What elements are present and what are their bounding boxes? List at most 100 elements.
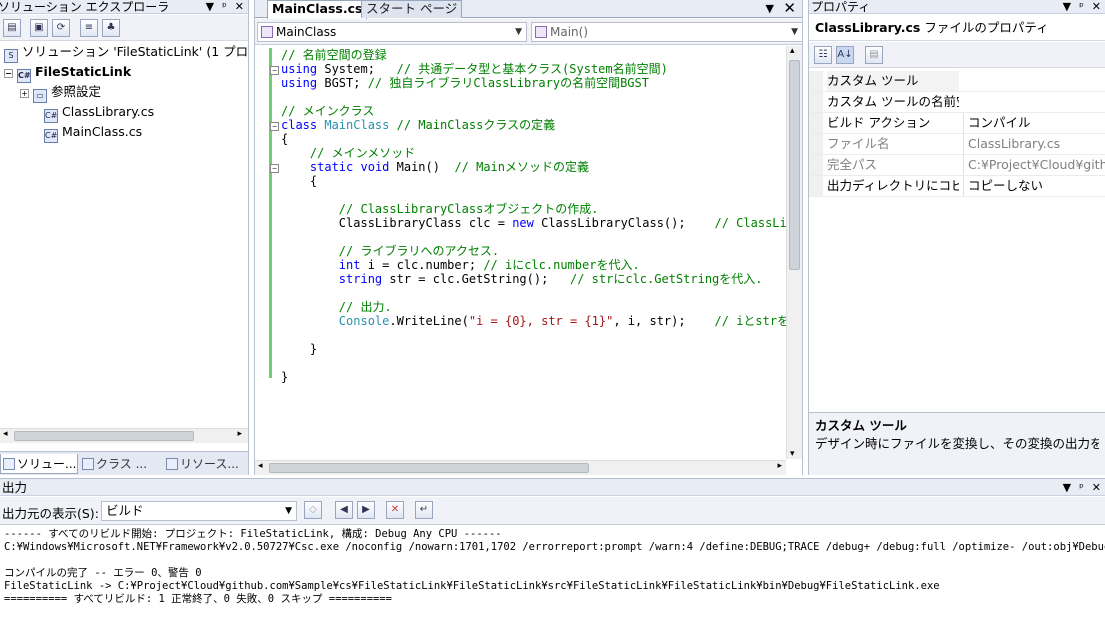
word-wrap-icon[interactable]: ↵ [415,501,433,519]
output-text[interactable]: ------ すべてのリビルド開始: プロジェクト: FileStaticLin… [0,526,1105,618]
properties-panel: プロパティ ▼ ᵖ ✕ ClassLibrary.cs ファイルのプロパティ ☷ A… [808,0,1105,475]
tab-class-view[interactable]: クラス ... [80,454,160,474]
properties-title: プロパティ [811,0,871,14]
titlebar-buttons: ▼ ᵖ ✕ [1055,0,1101,13]
titlebar-buttons: ▼ ᵖ ✕ [198,0,244,13]
tree-item-mainclass[interactable]: C# MainClass.cs [44,122,142,143]
output-title: 出力 [2,480,28,495]
tree-item-project[interactable]: − C# FileStaticLink [4,62,131,83]
property-description: カスタム ツール デザイン時にファイルを変換し、その変換の出力を... [809,412,1105,475]
class-view-icon [82,458,94,470]
gutter [255,46,269,459]
next-message-icon[interactable]: ▶ [357,501,375,519]
tab-start-page[interactable]: スタート ページ [361,0,463,18]
tab-resource-view[interactable]: リソース... [164,454,248,474]
output-line: ------ すべてのリビルド開始: プロジェクト: FileStaticLin… [4,528,502,540]
clear-all-icon[interactable]: ✕ [386,501,404,519]
solution-explorer-tabstrip: ソリュー... クラス ... リソース... [0,451,248,475]
view-code-icon[interactable]: ≡ [80,19,98,37]
previous-message-icon[interactable]: ◀ [335,501,353,519]
code-line: { [281,174,318,188]
fold-icon[interactable]: − [270,66,279,75]
code-line: // ClassLibraryClassオブジェクトの作成. [281,202,599,216]
close-document-icon[interactable]: ✕ [783,0,796,17]
property-pages-icon[interactable]: ▤ [865,46,883,64]
property-row[interactable]: 出力ディレクトリにコピ コピーしない [809,176,1105,197]
solution-explorer-hscrollbar[interactable]: ◂ ▸ [0,428,248,443]
tab-solution-explorer[interactable]: ソリュー... [0,454,78,474]
object-type: ファイルのプロパティ [924,20,1049,35]
go-to-line-icon[interactable]: ◇ [304,501,322,519]
scroll-thumb[interactable] [269,463,589,473]
properties-object-header[interactable]: ClassLibrary.cs ファイルのプロパティ [809,15,1105,41]
code-line: { [281,132,289,146]
code-line: Console.WriteLine("i = {0}, str = {1}", … [338,314,786,328]
property-row[interactable]: ビルド アクション コンパイル [809,113,1105,134]
code-line: // 出力. [281,300,392,314]
csharp-project-icon: C# [17,69,31,83]
solution-explorer-toolbar: ▤ ▣ ⟳ ≡ ♣ [0,15,248,41]
pin-icon[interactable]: ᵖ [1079,481,1084,494]
property-row[interactable]: ファイル名 ClassLibrary.cs [809,134,1105,155]
dropdown-icon[interactable]: ▼ [206,0,214,13]
close-icon[interactable]: ✕ [1092,481,1101,494]
show-all-files-icon[interactable]: ▣ [30,19,48,37]
close-icon[interactable]: ✕ [235,0,244,13]
pin-icon[interactable]: ᵖ [222,0,227,13]
code-area[interactable]: − − − // 名前空間の登録 using System; // 共通データ型… [255,46,786,459]
output-source-label: 出力元の表示(S): [2,506,99,521]
class-diagram-icon[interactable]: ♣ [102,19,120,37]
code-line: class MainClass // MainClassクラスの定義 [281,118,556,132]
scroll-right-icon[interactable]: ▸ [237,429,242,439]
type-selector[interactable]: MainClass ▼ [257,22,527,42]
resource-view-icon [166,458,178,470]
scroll-right-icon[interactable]: ▸ [777,461,782,471]
solution-explorer-titlebar: ソリューション エクスプローラ ▼ ᵖ ✕ [0,0,248,14]
output-titlebar: 出力 ▼ ᵖ ✕ [0,479,1105,496]
tab-list-icon[interactable]: ▼ [766,2,774,15]
editor-vscrollbar[interactable]: ▴ ▾ [786,46,802,459]
output-panel: 出力 ▼ ᵖ ✕ 出力元の表示(S): ビルド ▼ ◇ ◀ ▶ ✕ ↵ ------… [0,478,1105,618]
properties-icon[interactable]: ▤ [3,19,21,37]
member-selector[interactable]: Main() ▼ [531,22,802,42]
navigation-bar: MainClass ▼ Main() ▼ [255,19,802,45]
editor-hscrollbar[interactable]: ◂ ▸ [255,460,786,475]
object-name: ClassLibrary.cs [815,20,921,35]
description-text: デザイン時にファイルを変換し、その変換の出力を... [815,436,1099,451]
collapse-icon[interactable]: − [4,69,13,78]
property-row[interactable]: 完全パスC:¥Project¥Cloud¥github [809,155,1105,176]
dropdown-icon[interactable]: ▼ [1063,0,1071,13]
close-icon[interactable]: ✕ [1092,0,1101,13]
tab-mainclass-cs[interactable]: MainClass.cs [267,0,368,19]
change-tracking-bar [269,48,272,378]
cs-file-icon: C# [44,109,58,123]
tree-item-references[interactable]: + ▭ 参照設定 [20,82,101,103]
titlebar-buttons: ▼ ᵖ ✕ [1055,479,1101,496]
scroll-down-icon[interactable]: ▾ [790,449,795,459]
refresh-icon[interactable]: ⟳ [52,19,70,37]
output-line: コンパイルの完了 -- エラー 0、警告 0 [4,567,202,579]
description-title: カスタム ツール [815,418,907,433]
alphabetical-icon[interactable]: A↓ [836,46,854,64]
scroll-up-icon[interactable]: ▴ [790,46,795,56]
output-toolbar: 出力元の表示(S): ビルド ▼ ◇ ◀ ▶ ✕ ↵ [0,497,1105,525]
output-line: FileStaticLink -> C:¥Project¥Cloud¥githu… [4,580,940,592]
scroll-thumb[interactable] [14,431,194,441]
tree-item-solution[interactable]: S ソリューション 'FileStaticLink' (1 プロジ [4,42,248,63]
property-row[interactable]: カスタム ツール [809,71,1105,92]
dropdown-icon[interactable]: ▼ [1063,481,1071,494]
pin-icon[interactable]: ᵖ [1079,0,1084,13]
output-line: C:¥Windows¥Microsoft.NET¥Framework¥v2.0.… [4,541,1105,553]
categorized-icon[interactable]: ☷ [814,46,832,64]
output-source-select[interactable]: ビルド ▼ [101,501,297,521]
scroll-thumb[interactable] [789,60,800,270]
chevron-down-icon: ▼ [285,506,292,516]
property-row[interactable]: カスタム ツールの名前空 [809,92,1105,113]
fold-icon[interactable]: − [270,164,279,173]
scroll-left-icon[interactable]: ◂ [258,461,263,471]
scroll-left-icon[interactable]: ◂ [3,429,8,439]
solution-tab-icon [3,458,15,470]
fold-icon[interactable]: − [270,122,279,131]
tree-item-classlibrary[interactable]: C# ClassLibrary.cs [44,102,154,123]
expand-icon[interactable]: + [20,89,29,98]
